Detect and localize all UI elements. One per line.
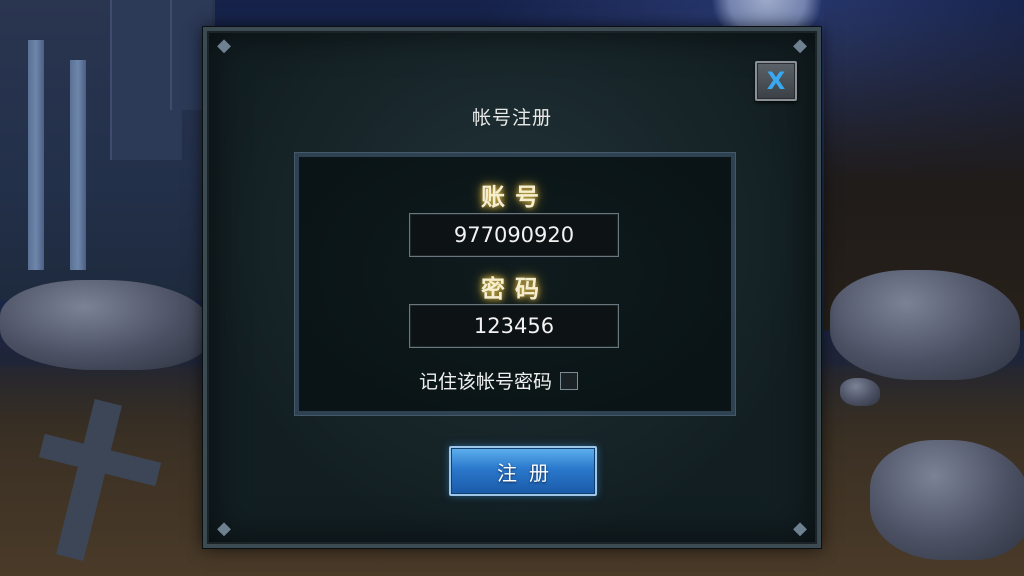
password-input[interactable]: 123456 xyxy=(409,304,619,348)
rock xyxy=(830,270,1020,380)
password-label: 密码 xyxy=(481,274,549,303)
register-button-label: 注册 xyxy=(497,460,561,485)
remember-credentials-toggle[interactable]: 记住该帐号密码 xyxy=(419,367,579,394)
corner-ornament-icon: ◆ xyxy=(793,35,807,56)
register-dialog: ◆ ◆ ◆ ◆ X 帐号注册 账号 977090920 密码 123456 记住… xyxy=(203,27,821,548)
rock xyxy=(840,378,880,406)
dialog-title: 帐号注册 xyxy=(471,107,552,129)
form-panel: 账号 977090920 密码 123456 记住该帐号密码 xyxy=(295,153,735,415)
remember-label: 记住该帐号密码 xyxy=(419,371,553,393)
corner-ornament-icon: ◆ xyxy=(217,518,231,539)
rock xyxy=(870,440,1024,560)
account-input[interactable]: 977090920 xyxy=(409,213,619,257)
rock xyxy=(0,280,210,370)
close-icon: X xyxy=(766,67,786,95)
register-button[interactable]: 注册 xyxy=(449,446,597,496)
corner-ornament-icon: ◆ xyxy=(793,518,807,539)
corner-ornament-icon: ◆ xyxy=(217,35,231,56)
close-button[interactable]: X xyxy=(755,61,797,101)
castle-ruin xyxy=(0,0,215,300)
checkbox-icon[interactable] xyxy=(560,371,579,390)
account-label: 账号 xyxy=(481,182,549,211)
